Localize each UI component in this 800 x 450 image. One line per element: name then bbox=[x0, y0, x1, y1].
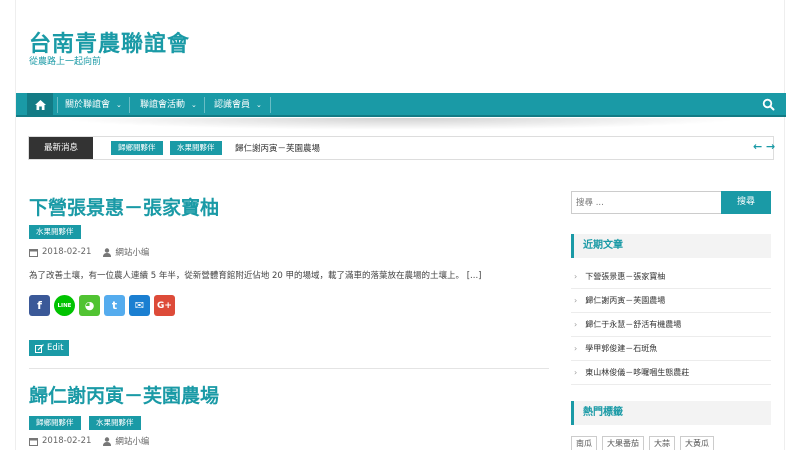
nav-separator bbox=[204, 97, 205, 113]
chevron-down-icon: ⌄ bbox=[191, 101, 197, 109]
header-shadow bbox=[56, 118, 746, 130]
post-date[interactable]: 2018-02-21 bbox=[42, 247, 91, 257]
google-plus-share-button[interactable]: G+ bbox=[154, 295, 175, 316]
chevron-right-icon: › bbox=[574, 296, 578, 305]
edit-button[interactable]: Edit bbox=[29, 340, 70, 356]
calendar-icon bbox=[29, 248, 38, 257]
tag-link[interactable]: 大果番茄 bbox=[602, 436, 644, 450]
tag-link[interactable]: 大蒜 bbox=[649, 436, 675, 450]
facebook-icon: f bbox=[37, 299, 42, 312]
recent-post-item[interactable]: › 下營張景惠－張家寶柚 bbox=[571, 265, 771, 289]
nav-item-label: 關於聯誼會 bbox=[65, 100, 111, 110]
edit-label: Edit bbox=[47, 343, 64, 353]
post-author[interactable]: 網站小编 bbox=[115, 435, 149, 447]
recent-posts-list: › 下營張景惠－張家寶柚 › 歸仁謝丙寅－芙園農場 › 歸仁于永慧－舒活有機農場… bbox=[571, 265, 771, 385]
tag-cloud: 南瓜 大果番茄 大蒜 大黃瓜 bbox=[571, 436, 719, 450]
nav-item-activities[interactable]: 聯誼會活動 ⌄ bbox=[140, 93, 197, 117]
category-tag[interactable]: 水果閱夥伴 bbox=[170, 141, 222, 155]
chevron-right-icon: › bbox=[574, 320, 578, 329]
user-icon bbox=[103, 436, 112, 446]
post-date[interactable]: 2018-02-21 bbox=[42, 436, 91, 446]
page-container: 台南青農聯誼會 從農路上一起向前 關於聯誼會 ⌄ 聯誼會活動 ⌄ 認識會員 ⌄ bbox=[15, 0, 786, 450]
nav-item-about[interactable]: 關於聯誼會 ⌄ bbox=[65, 93, 122, 117]
chevron-right-icon: › bbox=[574, 368, 578, 377]
ticker-label: 最新消息 bbox=[29, 137, 93, 159]
home-icon bbox=[34, 100, 46, 110]
facebook-share-button[interactable]: f bbox=[29, 295, 50, 316]
arrow-right-icon[interactable]: → bbox=[766, 140, 775, 153]
google-plus-icon: G+ bbox=[157, 300, 172, 311]
ticker-headline-link[interactable]: 歸仁謝丙寅－芙園農場 bbox=[235, 142, 320, 154]
nav-separator bbox=[270, 97, 271, 113]
edit-icon bbox=[35, 343, 44, 353]
recent-post-link[interactable]: 東山林俊儀－哆囉嘓生態農莊 bbox=[585, 361, 689, 384]
category-tag[interactable]: 水果閱夥伴 bbox=[29, 225, 81, 239]
recent-posts-title: 近期文章 bbox=[571, 234, 771, 258]
twitter-icon: t bbox=[111, 299, 118, 312]
category-tag[interactable]: 歸鄉閱夥伴 bbox=[111, 141, 163, 155]
recent-post-link[interactable]: 歸仁謝丙寅－芙園農場 bbox=[585, 289, 665, 312]
post-title-link[interactable]: 歸仁謝丙寅－芙園農場 bbox=[29, 381, 219, 408]
chevron-right-icon: › bbox=[574, 272, 578, 281]
arrow-left-icon[interactable]: ← bbox=[753, 140, 762, 153]
news-ticker: 最新消息 歸鄉閱夥伴 水果閱夥伴 歸仁謝丙寅－芙園農場 ← → bbox=[28, 136, 775, 160]
line-icon: LINE bbox=[57, 302, 72, 309]
nav-item-label: 聯誼會活動 bbox=[140, 100, 186, 110]
recent-post-link[interactable]: 歸仁于永慧－舒活有機農場 bbox=[585, 313, 681, 336]
calendar-icon bbox=[29, 437, 38, 446]
search-button[interactable]: 搜尋 bbox=[721, 191, 771, 214]
email-icon: ✉ bbox=[134, 299, 145, 312]
line-share-button[interactable]: LINE bbox=[54, 295, 75, 316]
site-description: 從農路上一起向前 bbox=[29, 57, 102, 67]
wechat-share-button[interactable]: ◕ bbox=[79, 295, 100, 316]
share-buttons: f LINE ◕ t ✉ G+ bbox=[29, 295, 179, 316]
post-divider bbox=[29, 368, 549, 369]
search-icon[interactable] bbox=[762, 98, 776, 112]
nav-item-label: 認識會員 bbox=[214, 100, 251, 110]
post-meta: 2018-02-21 網站小编 bbox=[29, 435, 149, 447]
twitter-share-button[interactable]: t bbox=[104, 295, 125, 316]
recent-post-item[interactable]: › 歸仁謝丙寅－芙園農場 bbox=[571, 289, 771, 313]
nav-separator bbox=[57, 97, 58, 113]
email-share-button[interactable]: ✉ bbox=[129, 295, 150, 316]
category-tag[interactable]: 水果閱夥伴 bbox=[89, 416, 141, 430]
tag-link[interactable]: 大黃瓜 bbox=[680, 436, 714, 450]
user-icon bbox=[103, 247, 112, 257]
nav-home-button[interactable] bbox=[27, 93, 53, 117]
chevron-right-icon: › bbox=[574, 344, 578, 353]
nav-item-members[interactable]: 認識會員 ⌄ bbox=[214, 93, 262, 117]
nav-separator bbox=[129, 97, 130, 113]
recent-post-link[interactable]: 下營張景惠－張家寶柚 bbox=[585, 265, 665, 288]
search-input[interactable] bbox=[571, 191, 722, 214]
post-meta: 2018-02-21 網站小编 bbox=[29, 246, 149, 258]
recent-post-item[interactable]: › 歸仁于永慧－舒活有機農場 bbox=[571, 313, 771, 337]
wechat-icon: ◕ bbox=[84, 299, 95, 312]
tag-link[interactable]: 南瓜 bbox=[571, 436, 597, 450]
chevron-down-icon: ⌄ bbox=[256, 101, 262, 109]
recent-post-item[interactable]: › 東山林俊儀－哆囉嘓生態農莊 bbox=[571, 361, 771, 385]
main-navbar: 關於聯誼會 ⌄ 聯誼會活動 ⌄ 認識會員 ⌄ bbox=[16, 93, 786, 117]
post-excerpt: 為了改善土壤，有一位農人連續 5 年半，從新營體育館附近佔地 20 甲的場域，載… bbox=[29, 271, 482, 281]
chevron-down-icon: ⌄ bbox=[116, 101, 122, 109]
popular-tags-title: 熱門標籤 bbox=[571, 401, 771, 425]
post-title-link[interactable]: 下營張景惠－張家寶柚 bbox=[29, 193, 219, 220]
post-author[interactable]: 網站小编 bbox=[115, 246, 149, 258]
recent-post-link[interactable]: 學甲郭俊建－石斑魚 bbox=[585, 337, 657, 360]
category-tag[interactable]: 歸鄉閱夥伴 bbox=[29, 416, 81, 430]
recent-post-item[interactable]: › 學甲郭俊建－石斑魚 bbox=[571, 337, 771, 361]
